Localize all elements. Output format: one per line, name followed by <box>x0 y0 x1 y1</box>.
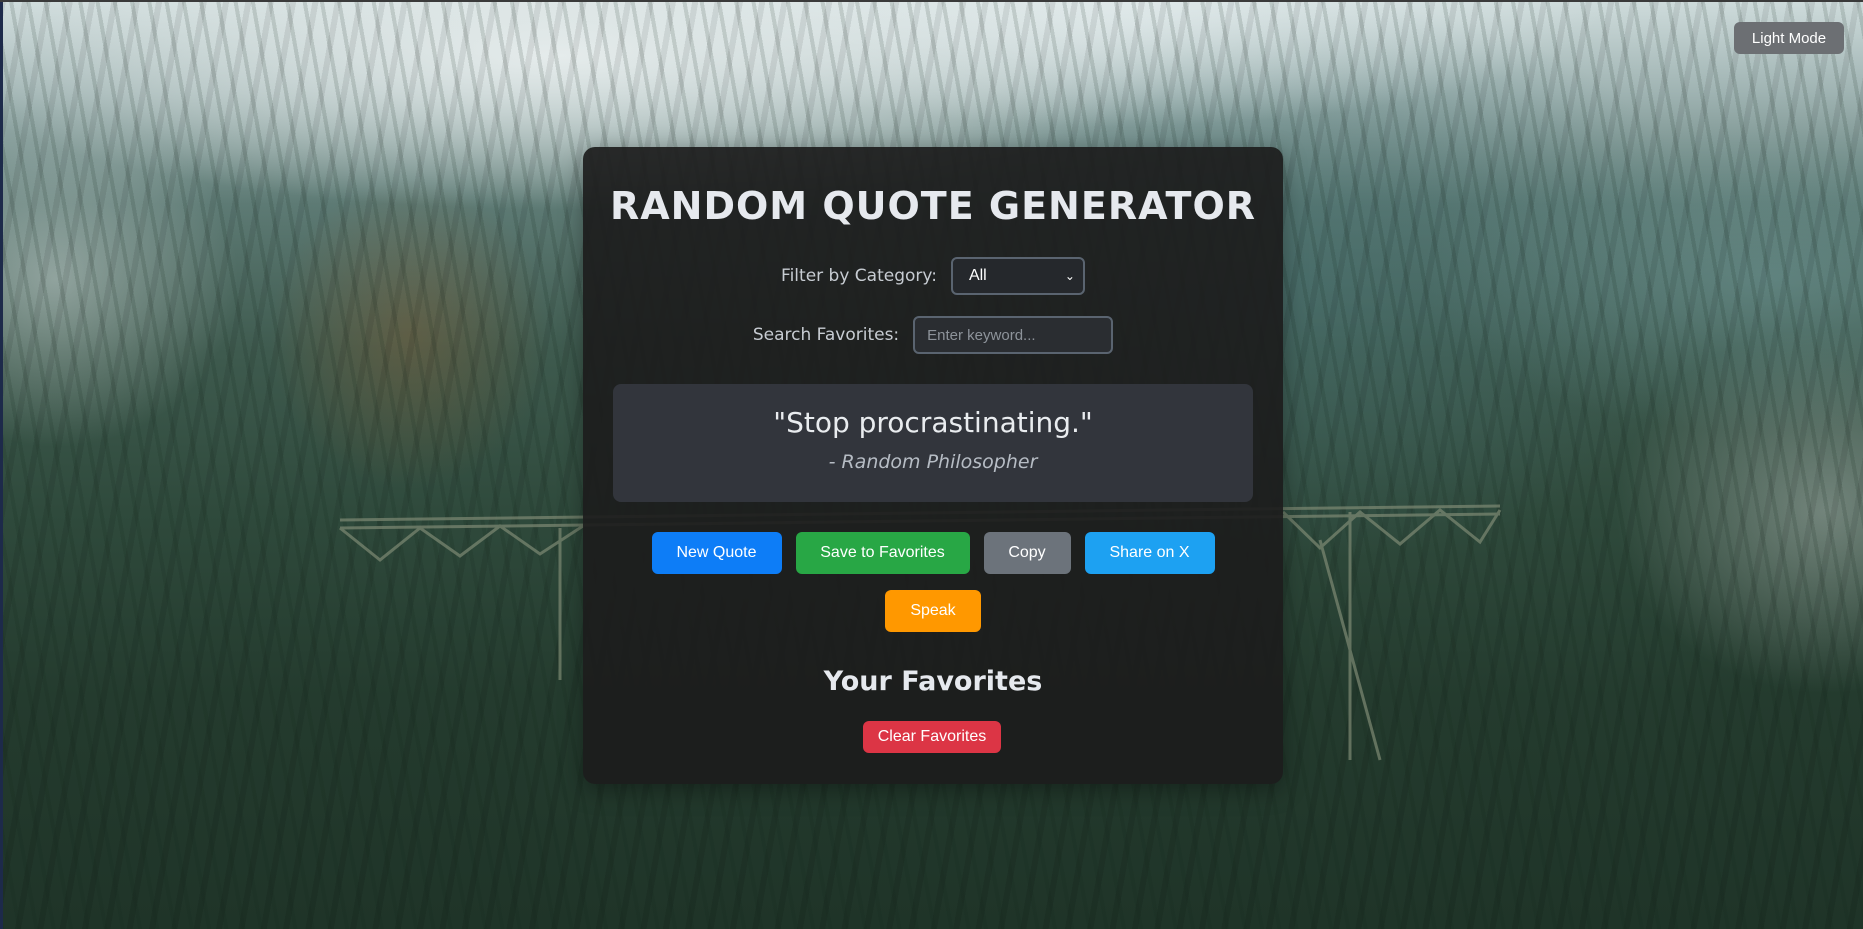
favorites-heading: Your Favorites <box>823 666 1043 697</box>
action-buttons-row-2: Speak <box>583 590 1283 632</box>
category-select[interactable]: All ⌄ <box>950 257 1085 295</box>
copy-button[interactable]: Copy <box>983 532 1071 574</box>
quote-text: "Stop procrastinating." <box>773 406 1093 439</box>
clear-favorites-button[interactable]: Clear Favorites <box>863 721 1001 753</box>
save-to-favorites-button[interactable]: Save to Favorites <box>795 532 970 574</box>
search-row: Search Favorites: <box>583 316 1283 354</box>
filter-label: Filter by Category: <box>781 266 937 286</box>
search-label: Search Favorites: <box>752 325 900 345</box>
filter-row: Filter by Category: All ⌄ <box>583 257 1283 295</box>
speak-button[interactable]: Speak <box>885 590 981 632</box>
category-select-value: All <box>968 267 987 284</box>
quote-card: RANDOM QUOTE GENERATOR Filter by Categor… <box>583 147 1283 784</box>
window-top-edge <box>0 0 1863 2</box>
share-on-x-button[interactable]: Share on X <box>1084 532 1215 574</box>
page: Light Mode RANDOM QUOTE GENERATOR Filter… <box>0 0 1863 929</box>
new-quote-button[interactable]: New Quote <box>651 532 782 574</box>
quote-author: - Random Philosopher <box>828 451 1038 473</box>
chevron-down-icon: ⌄ <box>1064 269 1075 283</box>
window-edge <box>0 0 3 929</box>
page-title: RANDOM QUOTE GENERATOR <box>609 184 1257 228</box>
theme-toggle-button[interactable]: Light Mode <box>1734 22 1844 54</box>
action-buttons: New Quote Save to Favorites Copy Share o… <box>583 532 1283 574</box>
search-input[interactable] <box>913 316 1114 354</box>
quote-display: "Stop procrastinating." - Random Philoso… <box>613 384 1253 502</box>
